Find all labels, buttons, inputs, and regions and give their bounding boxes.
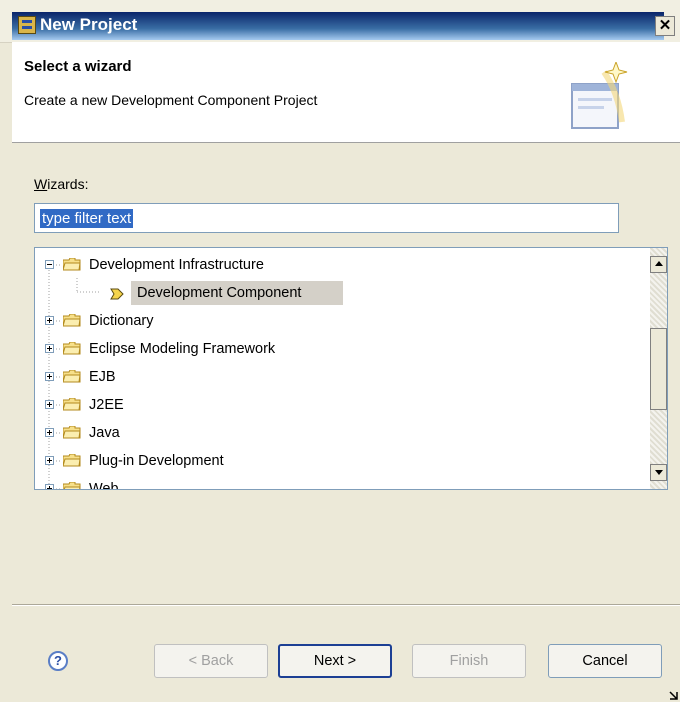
finish-button[interactable]: Finish <box>412 644 526 678</box>
app-icon <box>18 16 36 34</box>
filter-input-text: type filter text <box>40 209 134 228</box>
cancel-button[interactable]: Cancel <box>548 644 662 678</box>
tree-item-dictionary[interactable]: Dictionary <box>35 308 635 334</box>
tree-item-label: Java <box>89 425 120 441</box>
expand-toggle[interactable] <box>45 484 54 489</box>
tree-item-plug-in-development[interactable]: Plug-in Development <box>35 448 635 474</box>
scroll-up-button[interactable] <box>650 256 667 273</box>
tree-item-ejb[interactable]: EJB <box>35 364 635 390</box>
page-title: Select a wizard <box>24 58 132 75</box>
tree-item-web[interactable]: Web <box>35 476 635 490</box>
page-description: Create a new Development Component Proje… <box>24 92 318 108</box>
back-button[interactable]: < Back <box>154 644 268 678</box>
expand-toggle[interactable] <box>45 344 54 353</box>
wizards-label: Wizards: <box>34 176 89 192</box>
tree-item-label: Development Component <box>137 285 302 301</box>
development-component-icon <box>110 288 124 300</box>
title-bar: New Project ✕ <box>0 0 680 43</box>
button-bar-divider <box>12 604 680 606</box>
tree-item-java[interactable]: Java <box>35 420 635 446</box>
next-button[interactable]: Next > <box>278 644 392 678</box>
expand-toggle[interactable] <box>45 428 54 437</box>
collapse-toggle[interactable] <box>45 260 54 269</box>
filter-input[interactable]: type filter text <box>34 203 619 233</box>
expand-toggle[interactable] <box>45 400 54 409</box>
tree-item-development-infrastructure[interactable]: Development Infrastructure <box>35 252 635 278</box>
folder-icon <box>63 258 81 271</box>
wizard-tree[interactable]: Development Infrastructure Development C… <box>34 247 668 490</box>
folder-icon <box>63 370 81 383</box>
tree-item-development-component[interactable]: Development Component <box>35 280 635 306</box>
window-title: New Project <box>40 15 138 34</box>
expand-toggle[interactable] <box>45 456 54 465</box>
resize-grip-icon[interactable] <box>668 690 678 700</box>
expand-toggle[interactable] <box>45 316 54 325</box>
tree-item-label: Eclipse Modeling Framework <box>89 341 276 357</box>
wizard-banner: Select a wizard Create a new Development… <box>12 42 680 143</box>
chevron-up-icon <box>655 261 663 266</box>
folder-icon <box>63 398 81 411</box>
tree-item-eclipse-modeling-framework[interactable]: Eclipse Modeling Framework <box>35 336 635 362</box>
scroll-down-button[interactable] <box>650 464 667 481</box>
folder-icon <box>63 454 81 467</box>
help-icon[interactable]: ? <box>48 651 68 671</box>
expand-toggle[interactable] <box>45 372 54 381</box>
scroll-thumb[interactable] <box>650 328 667 410</box>
tree-item-label: Web <box>89 481 119 490</box>
folder-icon <box>63 342 81 355</box>
tree-item-label: J2EE <box>89 397 124 413</box>
close-icon: ✕ <box>658 17 672 34</box>
folder-icon <box>63 314 81 327</box>
tree-item-label: EJB <box>89 369 116 385</box>
chevron-down-icon <box>655 470 663 475</box>
wizard-banner-icon <box>571 62 628 129</box>
tree-scrollbar[interactable] <box>650 248 667 489</box>
folder-icon <box>63 426 81 439</box>
tree-item-label: Plug-in Development <box>89 453 224 469</box>
close-button[interactable]: ✕ <box>655 16 675 36</box>
tree-item-label: Development Infrastructure <box>89 257 264 273</box>
folder-icon <box>63 482 81 489</box>
tree-item-j2ee[interactable]: J2EE <box>35 392 635 418</box>
tree-item-label: Dictionary <box>89 313 154 329</box>
